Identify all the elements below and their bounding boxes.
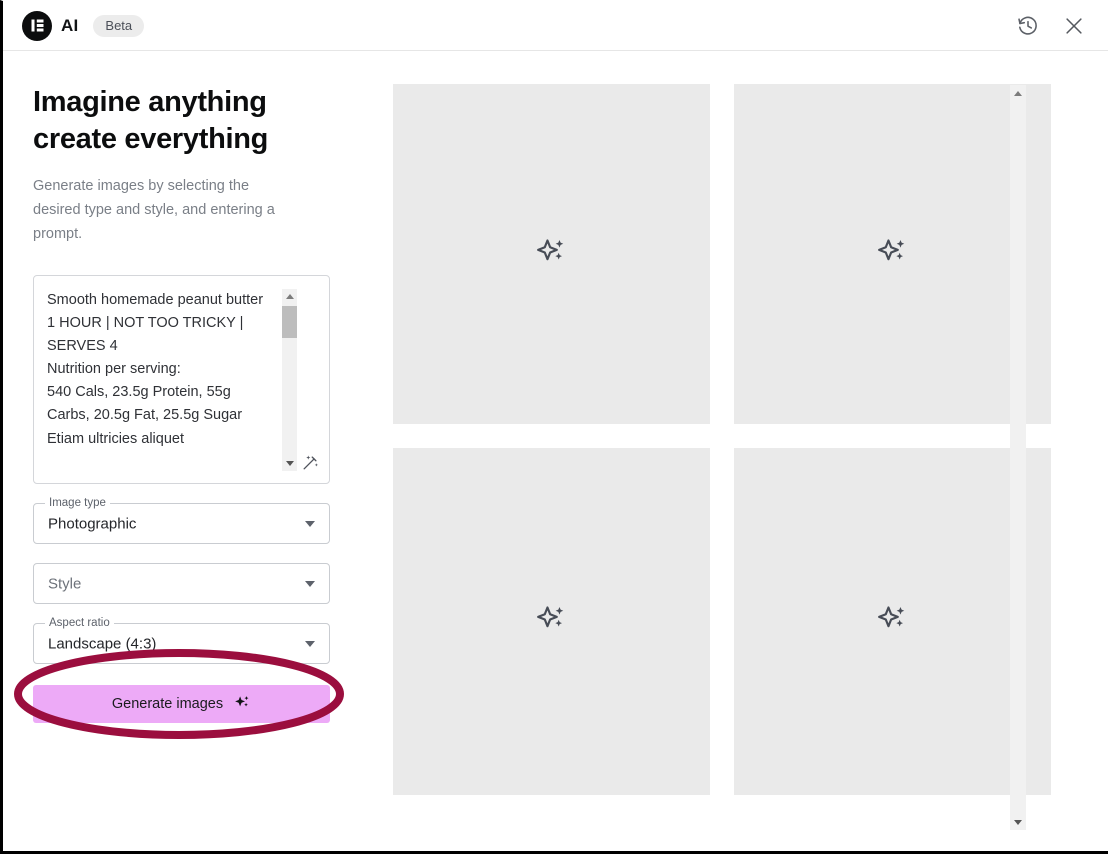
sparkles-icon <box>877 603 909 640</box>
result-image-placeholder[interactable] <box>393 84 710 424</box>
chevron-down-icon[interactable] <box>305 640 315 647</box>
prompt-scrollbar[interactable] <box>282 289 297 471</box>
result-image-placeholder[interactable] <box>734 448 1051 795</box>
right-gutter <box>1068 52 1108 851</box>
chevron-down-icon[interactable] <box>305 580 315 587</box>
app-header: AI Beta <box>3 1 1108 51</box>
aspect-ratio-label: Aspect ratio <box>45 616 114 630</box>
brand-group: AI Beta <box>22 10 145 41</box>
results-panel <box>371 52 1068 851</box>
result-image-placeholder[interactable] <box>393 448 710 795</box>
sparkles-icon <box>234 694 251 715</box>
aspect-ratio-select[interactable]: Aspect ratio Landscape (4:3) <box>33 616 330 664</box>
style-select[interactable]: Style <box>33 563 330 604</box>
generate-images-button[interactable]: Generate images <box>33 685 330 723</box>
chevron-down-icon[interactable] <box>305 520 315 527</box>
sparkles-icon <box>536 603 568 640</box>
style-value: Style <box>48 575 82 592</box>
page-title: Imagine anything create everything <box>33 84 333 158</box>
sparkles-icon <box>536 236 568 273</box>
generator-form-panel: Imagine anything create everything Genera… <box>3 52 363 851</box>
sparkles-icon <box>877 236 909 273</box>
prompt-input[interactable]: Smooth homemade peanut butter 1 HOUR | N… <box>33 275 330 484</box>
ai-image-generator-window: AI Beta Imagine anything create everythin… <box>0 0 1108 854</box>
beta-badge: Beta <box>93 14 145 37</box>
close-x-icon[interactable] <box>1060 12 1088 40</box>
prompt-text-value[interactable]: Smooth homemade peanut butter 1 HOUR | N… <box>47 289 272 474</box>
image-type-select[interactable]: Image type Photographic <box>33 496 330 544</box>
aspect-ratio-value: Landscape (4:3) <box>48 635 157 652</box>
header-actions <box>1014 12 1088 40</box>
app-title: AI <box>61 15 79 35</box>
page-title-line2: create everything <box>33 123 269 155</box>
magic-wand-icon[interactable] <box>297 449 323 475</box>
image-type-value: Photographic <box>48 515 137 532</box>
image-type-label: Image type <box>45 496 110 510</box>
results-grid <box>393 84 1051 795</box>
scroll-down-arrow-icon[interactable] <box>1010 814 1026 830</box>
prompt-scrollbar-thumb[interactable] <box>282 306 297 338</box>
scroll-up-arrow-icon[interactable] <box>282 289 297 304</box>
scroll-down-arrow-icon[interactable] <box>282 456 297 471</box>
page-subtitle: Generate images by selecting the desired… <box>33 178 275 242</box>
result-image-placeholder[interactable] <box>734 84 1051 424</box>
elementor-logo-icon <box>22 10 52 41</box>
page-title-line1: Imagine anything <box>33 86 267 118</box>
generate-images-label: Generate images <box>111 696 224 712</box>
scroll-up-arrow-icon[interactable] <box>1010 85 1026 101</box>
results-scrollbar[interactable] <box>1010 85 1026 830</box>
history-clock-icon[interactable] <box>1014 12 1042 40</box>
